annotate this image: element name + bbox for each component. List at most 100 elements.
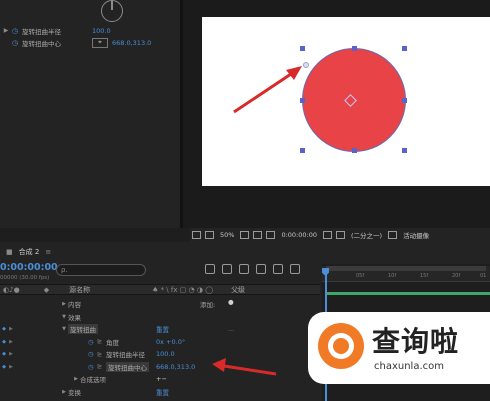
- draft-3d-icon[interactable]: [222, 264, 232, 274]
- add-icon[interactable]: ●: [228, 298, 234, 306]
- comp-flowchart-icon[interactable]: [205, 264, 215, 274]
- effect-prop-name: 旋转扭曲半径: [22, 27, 61, 36]
- timeline-search-input[interactable]: ρ.: [56, 264, 146, 276]
- row-name: 旋转扭曲中心: [106, 361, 149, 372]
- twirl-arrow-icon[interactable]: ▶: [60, 389, 68, 395]
- twirl-arrow-icon[interactable]: ▼: [60, 326, 68, 332]
- row-name: 变换: [68, 388, 81, 397]
- timeline-column-header: ◐♪● ◆ 源名称 ♠ * \ fx ▢ ◔ ◑ ◯ 父级: [0, 284, 320, 295]
- motion-blur-icon[interactable]: [273, 264, 283, 274]
- snapshot-icon[interactable]: [322, 231, 332, 239]
- angle-dial-needle: [111, 0, 113, 10]
- effect-prop-value[interactable]: 668.0,313.0: [112, 39, 151, 47]
- add-remove-buttons[interactable]: +−: [156, 375, 167, 383]
- region-icon[interactable]: [205, 231, 214, 239]
- reset-link[interactable]: 重置: [156, 387, 169, 397]
- twirl-arrow-icon[interactable]: ▶: [72, 376, 80, 382]
- menu-icon[interactable]: ≡: [45, 248, 51, 256]
- timeline-row[interactable]: ▶ 内容 添加: ●: [0, 298, 320, 311]
- resolution-dropdown[interactable]: (二分之一): [351, 230, 382, 240]
- keyframe-nav-icon[interactable]: ◆: [0, 339, 8, 345]
- timeline-row[interactable]: ◆ ▶ ▼ 旋转扭曲 重置 ...: [0, 323, 320, 336]
- row-value[interactable]: 100.0: [156, 350, 175, 358]
- graph-editor-icon[interactable]: [290, 264, 300, 274]
- point-picker-button[interactable]: ⌖: [92, 37, 108, 48]
- row-name: 角度: [106, 338, 119, 347]
- row-name: 旋转扭曲半径: [106, 351, 145, 360]
- ruler-tick-label: 10f: [388, 273, 397, 279]
- viewer-timecode[interactable]: 0:00:00:00: [281, 231, 317, 239]
- row-value[interactable]: 0x +0.0°: [156, 338, 185, 346]
- camera-dropdown[interactable]: 活动摄像: [403, 230, 429, 240]
- timeline-row[interactable]: ▼ 效果: [0, 311, 320, 324]
- twirl-arrow-icon[interactable]: ▼: [60, 314, 68, 320]
- graph-icon[interactable]: ⊵: [97, 338, 106, 345]
- timeline-tools: [205, 264, 325, 278]
- column-parent[interactable]: 父级: [231, 285, 245, 295]
- frame-blend-icon[interactable]: [256, 264, 266, 274]
- transform-handle[interactable]: [300, 46, 305, 51]
- shy-icon[interactable]: [239, 264, 249, 274]
- keyframe-nav-icon[interactable]: ◆: [0, 364, 8, 370]
- red-arrow-annotation: [233, 66, 302, 114]
- row-name: 效果: [68, 313, 81, 322]
- fit-icon[interactable]: [240, 231, 250, 239]
- layer-duration-bar[interactable]: [326, 292, 490, 295]
- mask-icon[interactable]: [266, 231, 276, 239]
- add-button[interactable]: 添加:: [200, 299, 215, 309]
- twirl-arrow-icon[interactable]: ▶: [0, 27, 12, 34]
- graph-icon[interactable]: ⊵: [97, 363, 106, 370]
- work-area-bar[interactable]: [326, 266, 486, 271]
- ruler-tick-label: 01: [480, 273, 487, 279]
- stopwatch-icon[interactable]: ◷: [12, 27, 22, 35]
- transform-handle[interactable]: [402, 46, 407, 51]
- always-preview-icon[interactable]: [192, 231, 201, 239]
- effect-prop-name: 旋转扭曲中心: [22, 39, 61, 48]
- stopwatch-icon[interactable]: ◷: [88, 350, 97, 358]
- timeline-row[interactable]: ◆ ▶ ◷ ⊵ 角度 0x +0.0°: [0, 336, 320, 349]
- stopwatch-icon[interactable]: ◷: [88, 363, 97, 371]
- grid-icon[interactable]: [253, 231, 263, 239]
- color-channel-icon[interactable]: [335, 231, 345, 239]
- av-switches-icon[interactable]: ◐♪●: [3, 286, 20, 294]
- row-value[interactable]: 668.0,313.0: [156, 363, 195, 371]
- graph-icon[interactable]: ⊵: [97, 351, 106, 358]
- zoom-dropdown[interactable]: 50%: [220, 231, 234, 239]
- stopwatch-icon[interactable]: ◷: [88, 338, 97, 346]
- effect-row-radius: ▶ ◷ 旋转扭曲半径 100.0: [0, 25, 180, 36]
- effect-prop-value[interactable]: 100.0: [92, 27, 111, 35]
- transform-handle[interactable]: [300, 148, 305, 153]
- viewer-scrollbar[interactable]: [183, 186, 490, 208]
- row-name: 内容: [68, 301, 81, 310]
- label-icon[interactable]: ◆: [44, 286, 49, 294]
- column-source-name[interactable]: 源名称: [69, 285, 90, 295]
- transform-handle[interactable]: [352, 148, 357, 153]
- reset-link[interactable]: 重置: [156, 324, 169, 334]
- transform-handle[interactable]: [402, 98, 407, 103]
- close-icon[interactable]: ■: [6, 248, 13, 256]
- keyframe-nav-icon[interactable]: ◆: [0, 351, 8, 357]
- ruler-tick-label: 20f: [452, 273, 461, 279]
- transparency-grid-icon[interactable]: [388, 231, 398, 239]
- twirl-arrow-icon[interactable]: ▶: [60, 301, 68, 307]
- transform-handle[interactable]: [352, 46, 357, 51]
- transform-handle[interactable]: [402, 148, 407, 153]
- timeline-tab-bar: ■ 合成 2 ≡: [0, 244, 490, 260]
- effect-row-center: ◷ 旋转扭曲中心 ⌖ 668.0,313.0: [0, 37, 180, 48]
- stopwatch-icon[interactable]: ◷: [12, 39, 22, 47]
- ruler-tick-label: 05f: [356, 273, 365, 279]
- timeline-fps: 00000 (30.00 fps): [0, 275, 50, 281]
- more-options[interactable]: ...: [228, 325, 234, 333]
- viewer-toolbar: 50% 0:00:00:00 (二分之一) 活动摄像: [190, 228, 490, 242]
- timeline-row[interactable]: ▶ 变换 重置: [0, 386, 320, 399]
- watermark-logo-core: [333, 338, 349, 354]
- row-name: 旋转扭曲: [68, 324, 98, 335]
- red-arrow-annotation: [212, 358, 277, 376]
- keyframe-nav-icon[interactable]: ◆: [0, 326, 8, 332]
- watermark-title: 查询啦: [372, 325, 460, 358]
- timeline-timecode[interactable]: 0:00:00:00: [0, 262, 60, 273]
- watermark-url: chaxunla.com: [374, 361, 444, 372]
- switches-icons[interactable]: ♠ * \ fx ▢ ◔ ◑ ◯: [152, 286, 213, 294]
- tab-composition[interactable]: 合成 2: [19, 247, 40, 257]
- row-name: 合成选项: [80, 376, 106, 385]
